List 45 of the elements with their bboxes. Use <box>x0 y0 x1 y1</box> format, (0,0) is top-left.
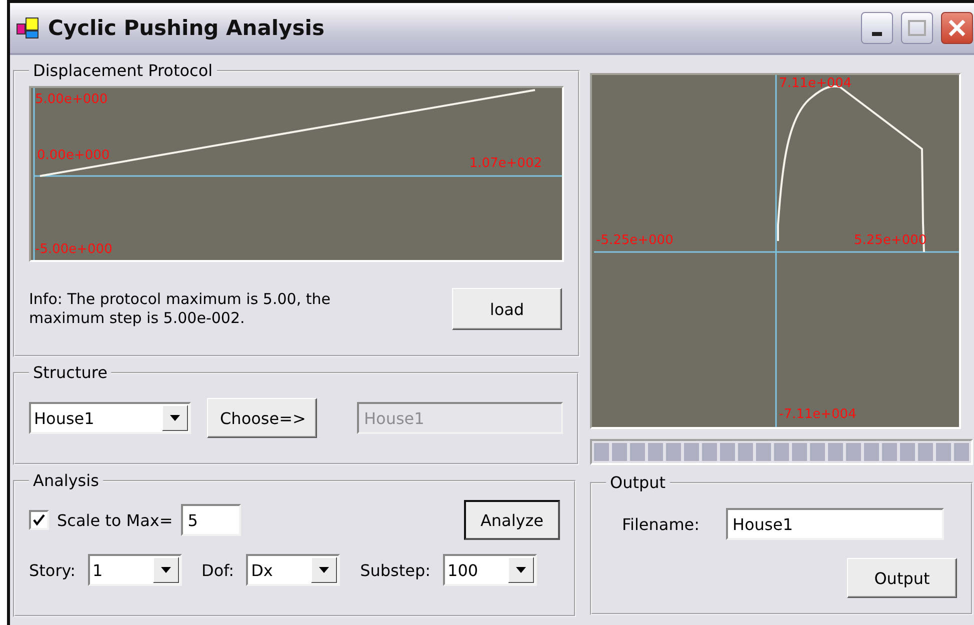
caret-icon <box>516 567 526 573</box>
window-title: Cyclic Pushing Analysis <box>48 16 326 40</box>
axis-label: 7.11e+004 <box>779 76 852 91</box>
close-icon <box>948 19 966 37</box>
scale-input[interactable]: 5 <box>180 504 241 536</box>
group-title: Displacement Protocol <box>32 61 214 80</box>
dropdown[interactable]: 100 <box>442 554 537 586</box>
load-button[interactable]: load <box>452 288 562 330</box>
checkbox[interactable] <box>29 510 49 530</box>
dropdown[interactable]: Dx <box>246 554 340 586</box>
filename-label: Filename: <box>622 514 700 534</box>
dropdown-label: Story: <box>29 560 76 580</box>
dropdown-label: Dof: <box>202 560 234 580</box>
dropdown-button[interactable] <box>508 557 534 583</box>
app-icon <box>16 16 40 40</box>
axis-label: -7.11e+004 <box>779 407 856 422</box>
axis-label: -5.25e+000 <box>596 233 674 248</box>
close-button[interactable] <box>941 12 973 44</box>
checkbox-label: Scale to Max= <box>57 510 173 530</box>
group-title: Analysis <box>32 471 100 490</box>
dropdown-button[interactable] <box>162 405 188 431</box>
dropdown-button[interactable] <box>152 557 178 583</box>
maximize-icon <box>908 20 926 36</box>
maximize-button[interactable] <box>901 12 933 44</box>
dropdown[interactable]: 1 <box>88 554 182 586</box>
caret-icon <box>170 415 180 421</box>
dropdown-label: Substep: <box>360 560 431 580</box>
dropdown-button[interactable] <box>311 557 338 583</box>
minimize-button[interactable] <box>861 12 893 44</box>
filename-field[interactable]: House1 <box>726 508 944 540</box>
group-title: Structure <box>32 363 108 382</box>
axis-label: 5.00e+000 <box>35 92 108 107</box>
info-text: Info: The protocol maximum is 5.00, the maximum step is 5.00e-002. <box>29 290 332 328</box>
analyze-button[interactable]: Analyze <box>464 500 560 540</box>
axis-label: 0.00e+000 <box>37 148 110 163</box>
minimize-icon <box>872 32 882 36</box>
axis-label: 1.07e+002 <box>469 156 542 171</box>
choose-button[interactable]: Choose=> <box>207 398 317 438</box>
check-icon <box>33 514 45 526</box>
axis-label: -5.00e+000 <box>35 242 112 257</box>
output-button[interactable]: Output <box>847 558 957 598</box>
group-title: Output <box>609 473 667 492</box>
caret-icon <box>319 567 330 573</box>
dropdown[interactable]: House1 <box>29 402 191 434</box>
caret-icon <box>160 567 170 573</box>
